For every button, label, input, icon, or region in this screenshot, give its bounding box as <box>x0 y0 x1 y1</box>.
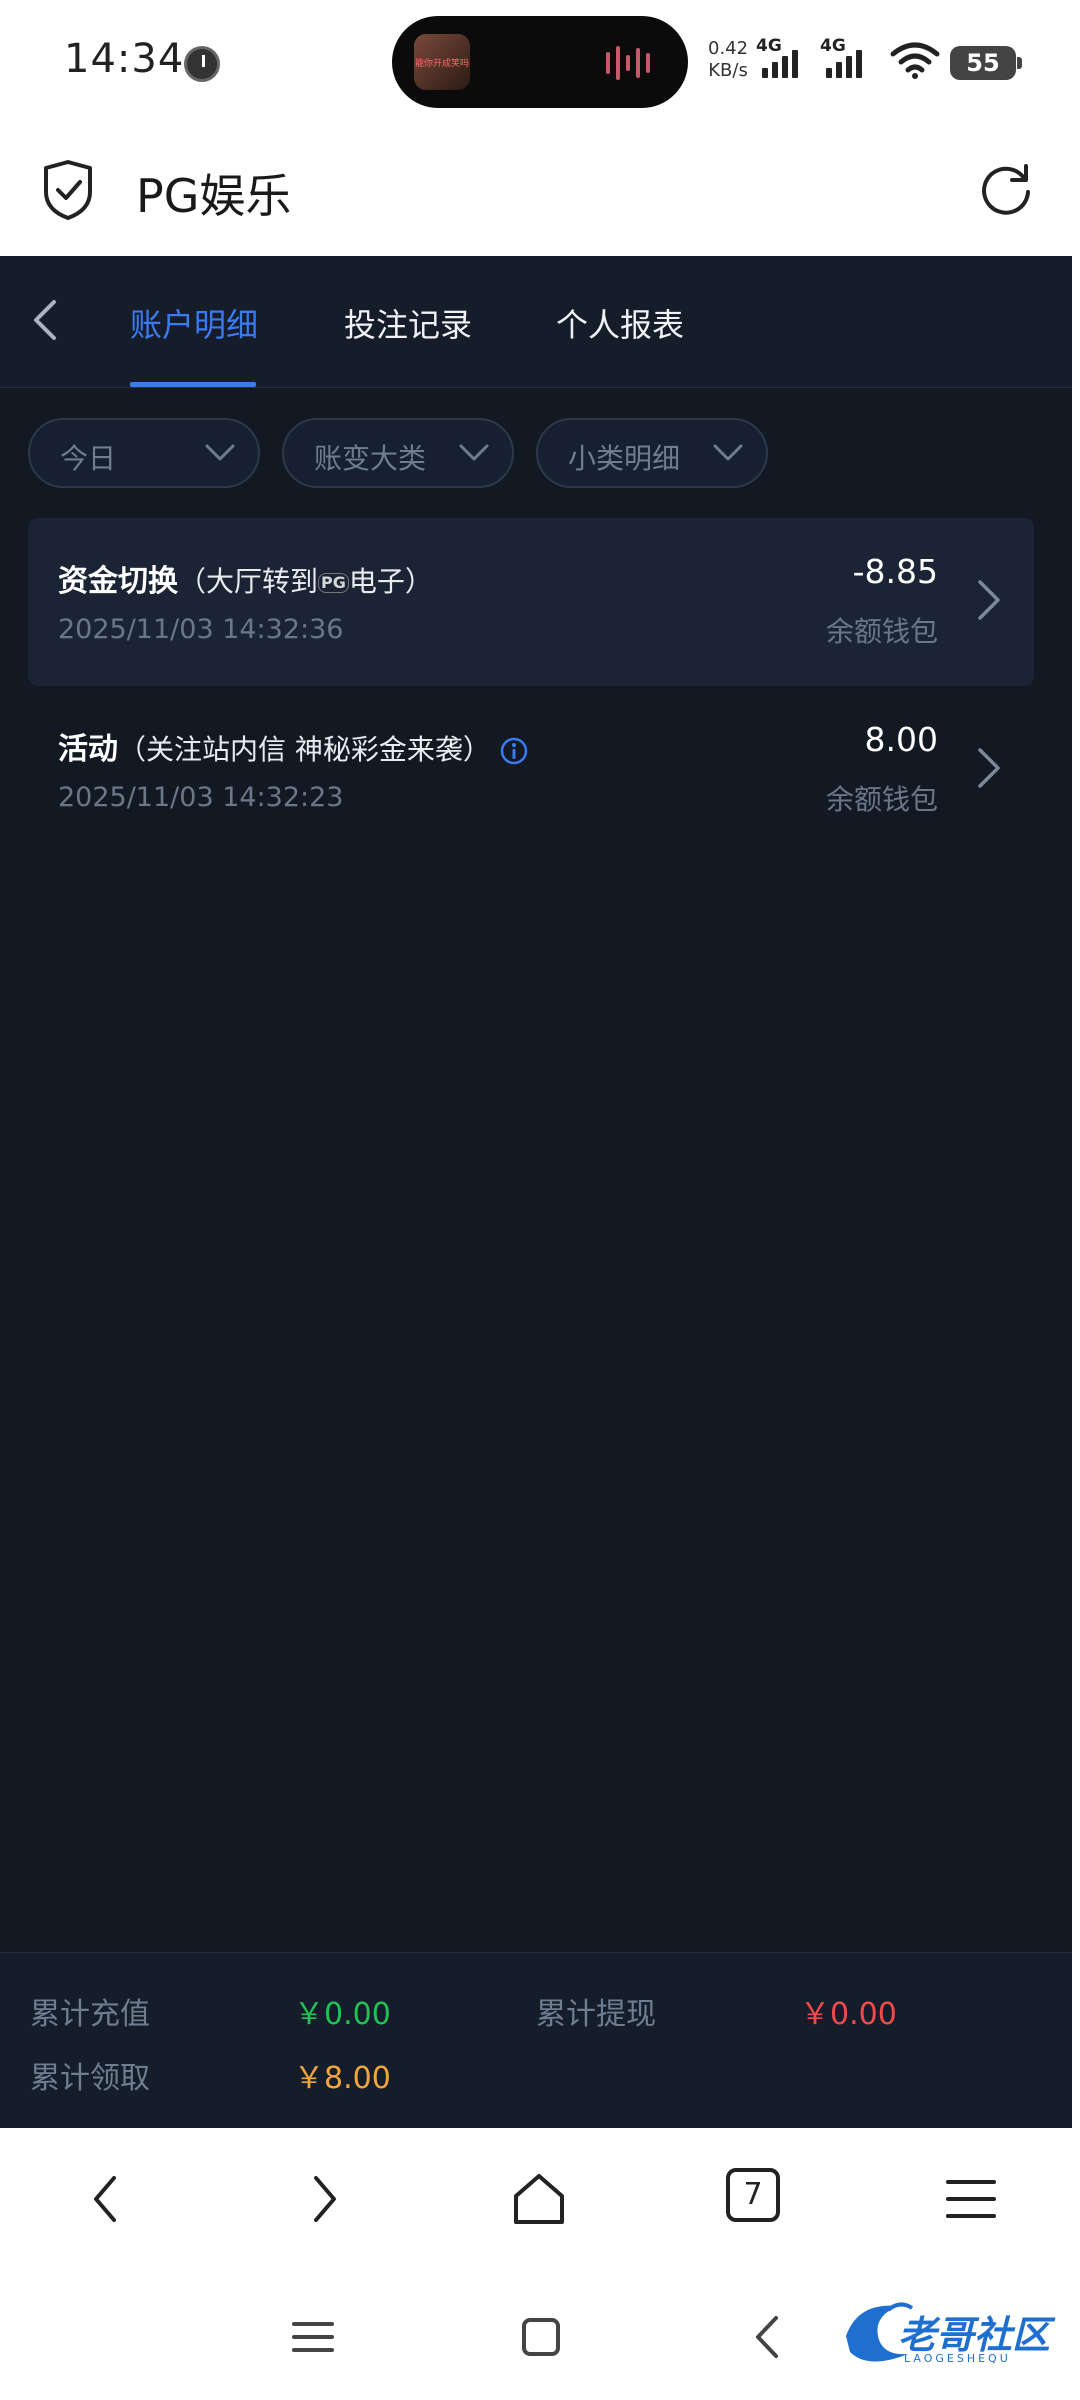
status-bar: 14:34 能你开成笑吗 0.42 KB/s 4G 4G 55 <box>0 0 1080 130</box>
withdraw-label: 累计提现 <box>536 1997 656 2032</box>
claim-value: ￥8.00 <box>294 2061 391 2096</box>
record-title: 资金切换（大厅转到 PG 电子） <box>58 556 433 600</box>
record-detail: （关注站内信 神秘彩金来袭） <box>118 733 491 766</box>
net-speed-unit: KB/s <box>708 60 748 81</box>
tabs-count: 7 <box>743 2177 763 2212</box>
filter-date-label: 今日 <box>60 442 117 475</box>
watermark-logo: 老哥社区 LAOGESHEQU <box>838 2296 1070 2372</box>
record-datetime: 2025/11/03 14:32:23 <box>58 782 344 813</box>
withdraw-value: ￥0.00 <box>800 1997 897 2032</box>
record-row[interactable]: 资金切换（大厅转到 PG 电子） 2025/11/03 14:32:36 -8.85… <box>28 518 1034 686</box>
island-text: 能你开成笑吗 <box>414 59 469 69</box>
signal-icon: 4G <box>820 36 866 78</box>
record-row[interactable]: 活动（关注站内信 神秘彩金来袭） 2025/11/03 14:32:23 8.0… <box>28 686 1034 854</box>
tab-account-detail[interactable]: 账户明细 <box>130 300 258 346</box>
back-icon[interactable] <box>744 2312 794 2362</box>
pg-logo: PG <box>318 572 349 593</box>
dynamic-island[interactable]: 能你开成笑吗 <box>392 16 688 108</box>
net-speed: 0.42 KB/s <box>708 38 748 82</box>
tab-bar: 账户明细 投注记录 个人报表 <box>0 256 1072 388</box>
signal-icon: 4G <box>756 36 802 78</box>
recents-menu-icon[interactable] <box>288 2312 338 2362</box>
deposit-label: 累计充值 <box>30 1997 150 2032</box>
media-thumbnail: 能你开成笑吗 <box>414 34 470 90</box>
square-icon[interactable] <box>516 2312 566 2362</box>
record-detail-suffix: 电子） <box>348 565 433 598</box>
filter-subcategory-label: 小类明细 <box>568 442 681 475</box>
filter-date[interactable]: 今日 <box>28 418 260 488</box>
browser-toolbar: 7 <box>0 2128 1080 2270</box>
chevron-down-icon <box>205 444 235 461</box>
chevron-down-icon <box>713 444 743 461</box>
record-detail-prefix: （大厅转到 <box>178 565 319 598</box>
watermark-text: 老哥社区 <box>898 2313 1051 2357</box>
battery-icon: 55 <box>950 46 1022 80</box>
back-icon[interactable] <box>76 2168 138 2230</box>
clock-icon <box>184 46 220 82</box>
tab-personal-report[interactable]: 个人报表 <box>556 300 684 346</box>
tabs-count-button[interactable]: 7 <box>726 2168 780 2222</box>
record-datetime: 2025/11/03 14:32:36 <box>58 614 344 645</box>
chevron-right-icon <box>978 580 1000 620</box>
summary-panel: 累计充值 ￥0.00 累计提现 ￥0.00 累计领取 ￥8.00 <box>0 1952 1072 2128</box>
filter-category-label: 账变大类 <box>314 442 427 475</box>
filter-bar: 今日 账变大类 小类明细 <box>0 418 1072 492</box>
claim-label: 累计领取 <box>30 2061 150 2096</box>
back-chevron-icon[interactable] <box>22 294 68 346</box>
info-icon[interactable] <box>499 736 529 766</box>
watermark-sub: LAOGESHEQU <box>904 2352 1011 2365</box>
filter-subcategory[interactable]: 小类明细 <box>536 418 768 488</box>
record-type: 资金切换 <box>58 564 178 599</box>
tab-bet-records[interactable]: 投注记录 <box>344 300 472 346</box>
menu-icon[interactable] <box>940 2168 1002 2230</box>
chevron-down-icon <box>459 444 489 461</box>
deposit-value: ￥0.00 <box>294 1997 391 2032</box>
chevron-right-icon <box>978 748 1000 788</box>
page-content: 账户明细 投注记录 个人报表 今日 账变大类 小类明细 资金切换（大厅转到 PG 电… <box>0 256 1072 2128</box>
record-type: 活动 <box>58 732 118 767</box>
record-amount: -8.85 <box>852 552 938 591</box>
status-time: 14:34 <box>64 36 185 82</box>
record-title: 活动（关注站内信 神秘彩金来袭） <box>58 724 529 768</box>
forward-icon[interactable] <box>292 2168 354 2230</box>
app-header: PG娱乐 <box>0 130 1080 256</box>
record-amount: 8.00 <box>864 720 938 759</box>
active-tab-indicator <box>130 382 256 387</box>
net-speed-value: 0.42 <box>708 38 749 59</box>
record-wallet: 余额钱包 <box>825 615 938 648</box>
app-title: PG娱乐 <box>136 169 292 223</box>
audio-wave-icon <box>606 46 660 80</box>
filter-category[interactable]: 账变大类 <box>282 418 514 488</box>
wifi-icon <box>890 42 940 79</box>
shield-check-icon <box>44 160 92 220</box>
home-icon[interactable] <box>508 2168 570 2230</box>
battery-level: 55 <box>966 49 1000 77</box>
record-wallet: 余额钱包 <box>825 783 938 816</box>
refresh-icon[interactable] <box>976 160 1036 220</box>
